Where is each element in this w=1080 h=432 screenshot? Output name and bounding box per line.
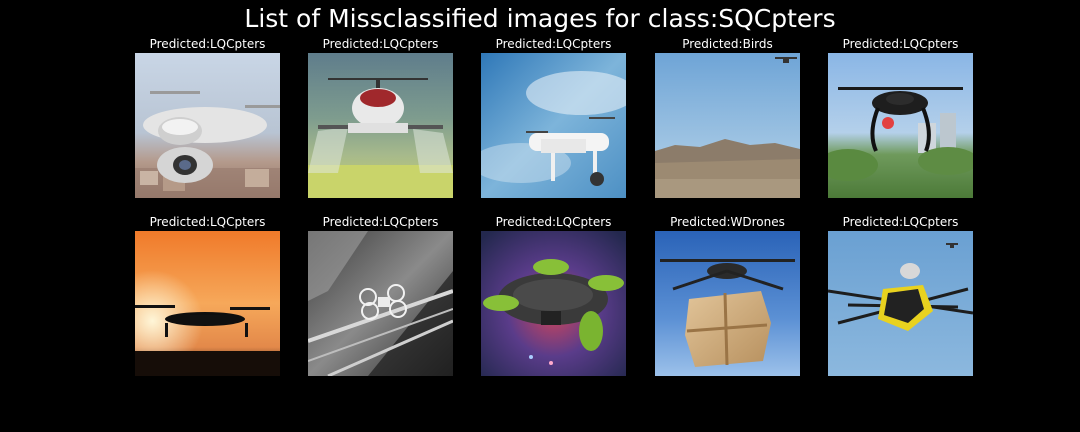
misclassified-image-4: Predicted:Birds: [655, 37, 800, 213]
drone-photo-tiny-drone-over-desert-hills: [655, 53, 800, 198]
drone-photo-hexacopter-carrying-box: [655, 231, 800, 376]
misclassified-image-9: Predicted:WDrones: [655, 215, 800, 391]
drone-photo-white-quadcopter-over-city: [135, 53, 280, 198]
drone-photo-spraying-helicopter-over-field: [308, 53, 453, 198]
misclassified-image-8: Predicted:LQCpters: [481, 215, 626, 391]
predicted-label: Predicted:LQCpters: [842, 37, 959, 51]
drone-photo-black-hexacopter-park: [828, 53, 973, 198]
misclassified-image-6: Predicted:LQCpters: [135, 215, 280, 391]
figure-title: List of Missclassified images for class:…: [244, 4, 836, 33]
misclassified-image-5: Predicted:LQCpters: [828, 37, 973, 213]
drone-photo-indoor-stage-rigging: [308, 231, 453, 376]
predicted-label: Predicted:LQCpters: [842, 215, 959, 229]
drone-photo-yellow-multirotor-sky: [828, 231, 973, 376]
misclassified-image-10: Predicted:LQCpters: [828, 215, 973, 391]
drone-photo-silhouette-sunset: [135, 231, 280, 376]
misclassified-image-7: Predicted:LQCpters: [308, 215, 453, 391]
misclassified-image-3: Predicted:LQCpters: [481, 37, 626, 213]
misclassified-image-2: Predicted:LQCpters: [308, 37, 453, 213]
drone-photo-green-quadcopter-colorful: [481, 231, 626, 376]
drone-photo-white-quadcopter-sky: [481, 53, 626, 198]
misclassified-image-1: Predicted:LQCpters: [135, 37, 280, 213]
